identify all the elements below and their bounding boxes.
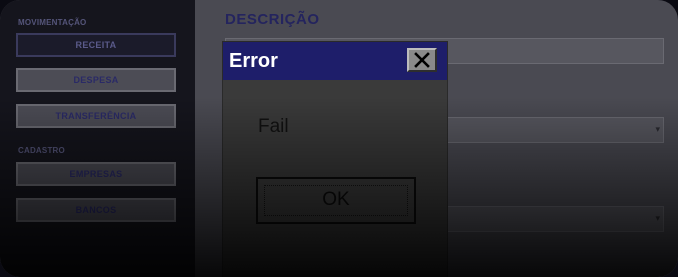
sidebar-section-header: MOVIMENTAÇÃO: [18, 18, 87, 27]
sidebar-button-bancos[interactable]: BANCOS: [16, 198, 176, 222]
dropdown-arrow-icon: ▾: [655, 124, 660, 134]
sidebar-section-header: CADASTRO: [18, 146, 65, 155]
sidebar-button-empresas[interactable]: EMPRESAS: [16, 162, 176, 186]
dialog-title: Error: [229, 50, 278, 72]
ok-button[interactable]: OK: [256, 177, 416, 224]
ok-button-label: OK: [322, 189, 350, 210]
dialog-message: Fail: [258, 116, 289, 137]
close-button[interactable]: [407, 48, 437, 72]
dialog-titlebar[interactable]: Error: [223, 42, 447, 80]
close-x-icon: [414, 52, 430, 68]
sidebar-button-receita[interactable]: RECEITA: [16, 33, 176, 57]
sidebar-button-transferencia[interactable]: TRANSFERÊNCIA: [16, 104, 176, 128]
error-dialog: Error Fail OK: [223, 42, 447, 277]
sidebar: MOVIMENTAÇÃO RECEITA DESPESA TRANSFERÊNC…: [0, 0, 195, 277]
dropdown-arrow-icon: ▾: [655, 213, 660, 223]
sidebar-button-despesa[interactable]: DESPESA: [16, 68, 176, 92]
app-window: MOVIMENTAÇÃO RECEITA DESPESA TRANSFERÊNC…: [0, 0, 678, 277]
description-heading: DESCRIÇÃO: [225, 11, 320, 28]
